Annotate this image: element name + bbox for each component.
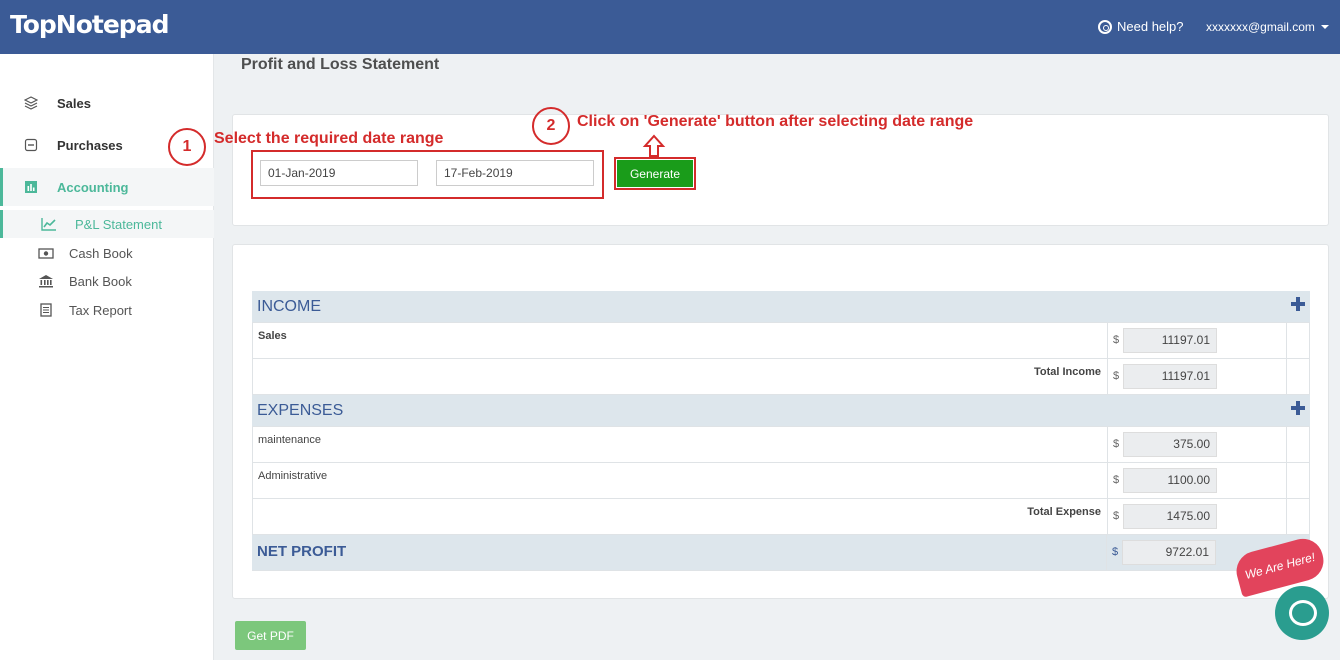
- date-range-highlight: [251, 150, 604, 199]
- column-divider: [1286, 427, 1287, 462]
- chat-bubble-icon[interactable]: [1275, 586, 1329, 640]
- bar-chart-icon: [25, 181, 37, 193]
- sidebar-subitem-label: P&L Statement: [75, 216, 162, 232]
- line-chart-icon: [41, 218, 56, 231]
- step-1-marker: 1: [168, 128, 206, 166]
- column-divider: [1107, 427, 1108, 462]
- sidebar-item-label: Sales: [57, 95, 91, 111]
- net-profit-row: NET PROFIT $ 9722.01: [252, 535, 1310, 571]
- plus-icon[interactable]: [1291, 297, 1305, 311]
- sidebar-item-label: Purchases: [57, 137, 123, 153]
- amount-field: 1100.00: [1123, 468, 1217, 493]
- currency-symbol: $: [1112, 546, 1119, 558]
- income-section-header: INCOME: [252, 291, 1310, 323]
- net-profit-value: 9722.01: [1122, 540, 1216, 565]
- page-title: Profit and Loss Statement: [241, 56, 440, 73]
- plus-icon[interactable]: [1291, 401, 1305, 415]
- top-bar: TopNotepad Need help? xxxxxxx@gmail.com: [0, 0, 1340, 54]
- user-email: xxxxxxx@gmail.com: [1206, 20, 1315, 34]
- table-row: Administrative $ 1100.00: [252, 463, 1310, 499]
- amount-field: 375.00: [1123, 432, 1217, 457]
- column-divider: [1286, 359, 1287, 394]
- column-divider: [1107, 463, 1108, 498]
- column-divider: [1286, 463, 1287, 498]
- user-menu[interactable]: xxxxxxx@gmail.com: [1206, 20, 1329, 34]
- document-icon: [40, 303, 52, 317]
- currency-symbol: $: [1113, 510, 1120, 522]
- sidebar-subitem-label: Bank Book: [69, 273, 132, 289]
- amount-field: 1475.00: [1123, 504, 1217, 529]
- currency-symbol: $: [1113, 474, 1120, 486]
- row-label: Sales: [258, 330, 287, 342]
- currency-symbol: $: [1113, 334, 1120, 346]
- sidebar-subitem-bank-book[interactable]: Bank Book: [0, 267, 214, 295]
- help-label: Need help?: [1117, 19, 1184, 34]
- net-profit-label: NET PROFIT: [257, 543, 347, 560]
- step-2-marker: 2: [532, 107, 570, 145]
- step-2-instruction: Click on 'Generate' button after selecti…: [577, 113, 974, 130]
- table-row: Total Income $ 11197.01: [252, 359, 1310, 395]
- generate-highlight: [614, 157, 696, 190]
- expenses-section-header: EXPENSES: [252, 395, 1310, 427]
- amount-field: 11197.01: [1123, 364, 1217, 389]
- help-link[interactable]: Need help?: [1098, 19, 1184, 34]
- row-label: maintenance: [258, 434, 321, 446]
- sidebar-subitem-cash-book[interactable]: Cash Book: [0, 239, 214, 267]
- arrow-up-icon: [642, 134, 666, 157]
- step-1-instruction: Select the required date range: [214, 130, 444, 147]
- section-title: EXPENSES: [257, 402, 344, 419]
- sidebar-item-sales[interactable]: Sales: [0, 84, 214, 122]
- sidebar-item-label: Accounting: [57, 179, 129, 195]
- amount-field: 11197.01: [1123, 328, 1217, 353]
- get-pdf-button[interactable]: Get PDF: [235, 621, 306, 650]
- sidebar-item-accounting[interactable]: Accounting: [0, 168, 214, 206]
- table-row: maintenance $ 375.00: [252, 427, 1310, 463]
- total-label: Total Income: [1033, 366, 1101, 378]
- column-divider: [1107, 499, 1108, 534]
- sidebar-subitem-label: Tax Report: [69, 302, 132, 318]
- column-divider: [1106, 535, 1107, 570]
- brand-logo[interactable]: TopNotepad: [10, 10, 169, 39]
- column-divider: [1286, 323, 1287, 358]
- table-row: Sales $ 11197.01: [252, 323, 1310, 359]
- currency-symbol: $: [1113, 438, 1120, 450]
- column-divider: [1107, 359, 1108, 394]
- lifebuoy-icon: [1098, 19, 1112, 34]
- layers-icon: [24, 96, 38, 110]
- sidebar-subitem-tax-report[interactable]: Tax Report: [0, 296, 214, 324]
- total-label: Total Expense: [1027, 506, 1101, 518]
- table-row: Total Expense $ 1475.00: [252, 499, 1310, 535]
- minus-square-icon: [24, 138, 38, 152]
- currency-symbol: $: [1113, 370, 1120, 382]
- row-label: Administrative: [258, 470, 328, 482]
- sidebar-subitem-label: Cash Book: [69, 245, 133, 261]
- column-divider: [1107, 323, 1108, 358]
- column-divider: [1286, 499, 1287, 534]
- caret-down-icon: [1320, 25, 1329, 29]
- sidebar-subitem-pl-statement[interactable]: P&L Statement: [0, 210, 214, 238]
- money-icon: [38, 248, 54, 259]
- bank-icon: [39, 275, 53, 288]
- section-title: INCOME: [257, 298, 321, 315]
